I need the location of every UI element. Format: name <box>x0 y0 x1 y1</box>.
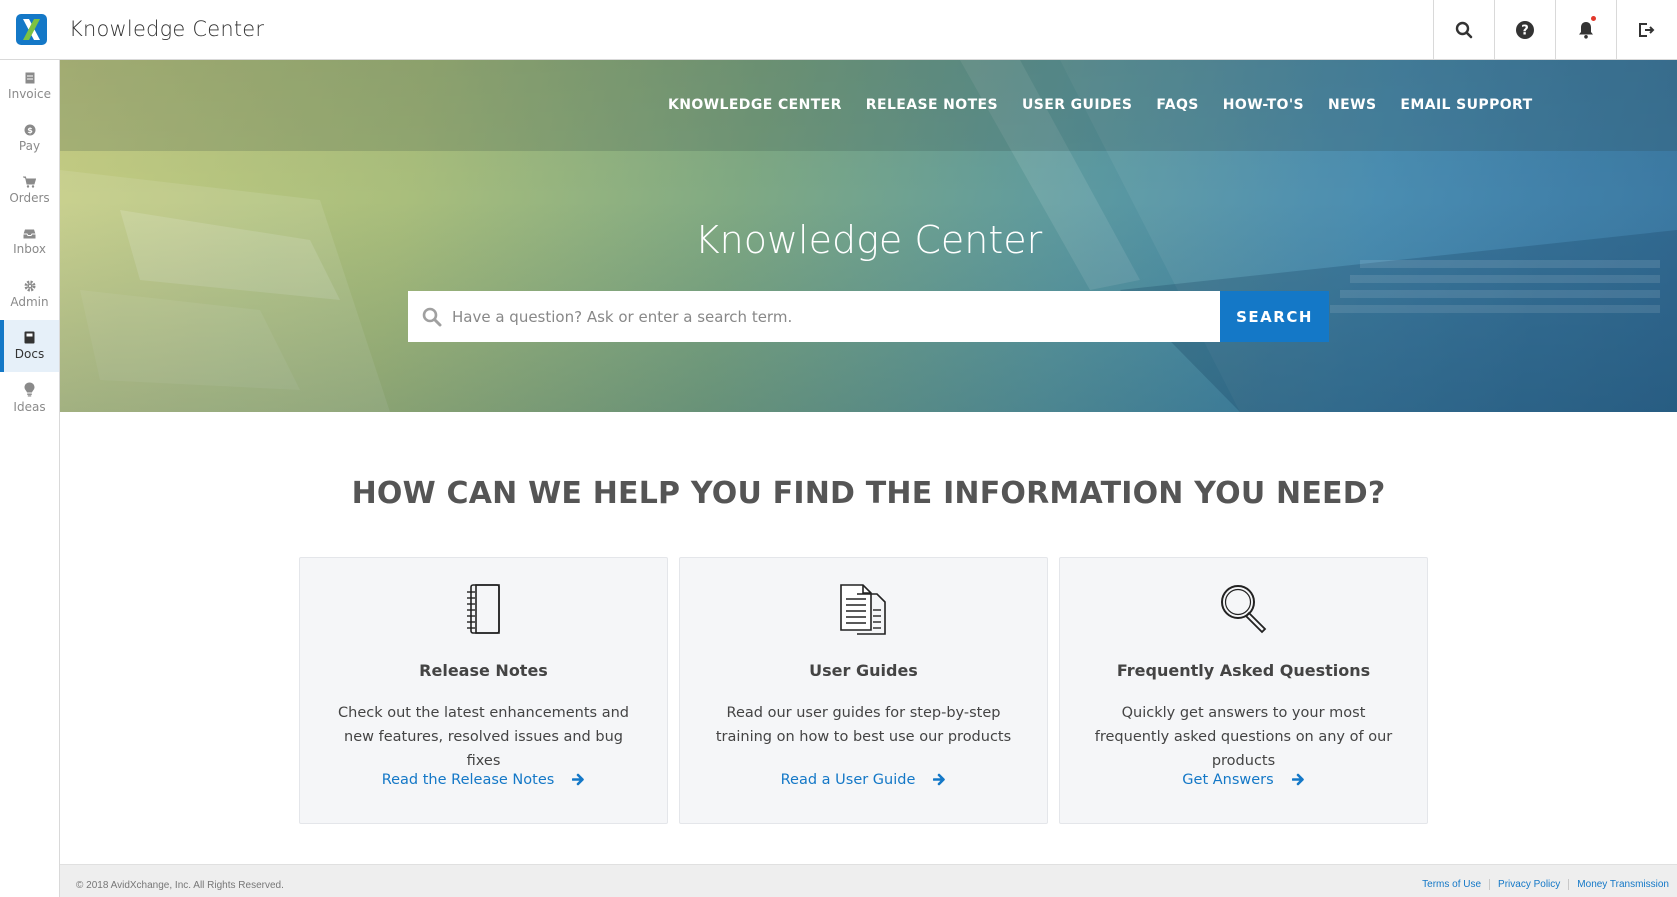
nav-link-how-tos[interactable]: HOW-TO'S <box>1223 97 1304 113</box>
card-description: Read our user guides for step-by-step tr… <box>715 705 1012 745</box>
magnifier-icon <box>1220 585 1266 634</box>
sidebar-item-label: Orders <box>9 190 50 205</box>
top-actions: ? <box>1433 0 1677 59</box>
search-box <box>408 291 1220 342</box>
help-icon: ? <box>1516 20 1534 39</box>
help-button[interactable]: ? <box>1494 0 1555 59</box>
nav-link-knowledge-center[interactable]: KNOWLEDGE CENTER <box>668 97 842 113</box>
card-user-guides: User Guides Read our user guides for ste… <box>679 557 1048 824</box>
search-icon <box>422 307 442 326</box>
get-answers-link[interactable]: Get Answers <box>1060 772 1427 790</box>
footer-links: Terms of Use Privacy Policy Money Transm… <box>1414 879 1677 890</box>
svg-text:?: ? <box>1521 23 1529 38</box>
card-faqs: Frequently Asked Questions Quickly get a… <box>1059 557 1428 824</box>
search-input[interactable] <box>452 307 1212 326</box>
card-title: User Guides <box>809 661 918 680</box>
sidebar-item-pay[interactable]: $ Pay <box>0 112 59 164</box>
invoice-icon <box>25 72 34 83</box>
search-icon <box>1455 21 1473 38</box>
search-button[interactable]: SEARCH <box>1220 291 1329 342</box>
arrow-right-icon <box>571 773 585 790</box>
knowledge-search: SEARCH <box>408 291 1329 342</box>
card-link-label: Read the Release Notes <box>381 772 555 788</box>
hero-nav: KNOWLEDGE CENTER RELEASE NOTES USER GUID… <box>668 97 1557 113</box>
copyright-text: © 2018 AvidXchange, Inc. All Rights Rese… <box>76 880 284 891</box>
notifications-button[interactable] <box>1555 0 1616 59</box>
sidebar-item-label: Ideas <box>13 400 46 414</box>
arrow-right-icon <box>1291 773 1305 790</box>
nav-link-release-notes[interactable]: RELEASE NOTES <box>866 97 998 113</box>
sidebar-item-label: Invoice <box>8 86 51 101</box>
sidebar-item-admin[interactable]: Admin <box>0 268 59 320</box>
card-link-label: Get Answers <box>1182 772 1274 788</box>
card-title: Frequently Asked Questions <box>1116 661 1371 680</box>
sidebar-item-label: Inbox <box>13 241 46 256</box>
nav-link-news[interactable]: NEWS <box>1328 97 1376 113</box>
terms-of-use-link[interactable]: Terms of Use <box>1414 879 1489 890</box>
read-release-notes-link[interactable]: Read the Release Notes <box>300 772 667 790</box>
nav-link-user-guides[interactable]: USER GUIDES <box>1022 97 1132 113</box>
bell-icon <box>1579 21 1593 39</box>
inbox-icon <box>23 229 36 238</box>
help-cards: Release Notes Check out the latest enhan… <box>299 557 1428 824</box>
sidebar-item-orders[interactable]: Orders <box>0 164 59 216</box>
hero-title: Knowledge Center <box>694 218 1043 262</box>
privacy-policy-link[interactable]: Privacy Policy <box>1489 879 1568 890</box>
notebook-icon <box>466 584 500 634</box>
sidebar-item-docs[interactable]: Docs <box>0 320 59 372</box>
sidebar-item-label: Pay <box>18 138 41 153</box>
sidebar-item-label: Docs <box>14 347 45 361</box>
nav-link-faqs[interactable]: FAQS <box>1156 97 1198 113</box>
lightbulb-icon <box>24 382 35 397</box>
sidebar-item-ideas[interactable]: Ideas <box>0 372 59 424</box>
sidebar-item-invoice[interactable]: Invoice <box>0 60 59 112</box>
hero-banner: KNOWLEDGE CENTER RELEASE NOTES USER GUID… <box>60 60 1677 412</box>
page-footer: © 2018 AvidXchange, Inc. All Rights Rese… <box>60 864 1677 897</box>
gear-icon <box>24 280 35 291</box>
sidebar-item-inbox[interactable]: Inbox <box>0 216 59 268</box>
pay-icon: $ <box>24 124 35 135</box>
nav-link-email-support[interactable]: EMAIL SUPPORT <box>1400 97 1532 113</box>
left-sidebar: Invoice $ Pay Orders Inbox Admin Docs Id… <box>0 60 60 897</box>
card-release-notes: Release Notes Check out the latest enhan… <box>299 557 668 824</box>
svg-text:$: $ <box>27 126 33 135</box>
arrow-right-icon <box>933 773 946 790</box>
read-user-guide-link[interactable]: Read a User Guide <box>680 772 1047 790</box>
docs-icon <box>24 331 35 344</box>
card-description: Check out the latest enhancements and ne… <box>338 705 629 769</box>
notification-badge <box>1591 16 1596 21</box>
top-app-bar: Knowledge Center ? <box>0 0 1677 60</box>
page-headline: HOW CAN WE HELP YOU FIND THE INFORMATION… <box>351 476 1386 511</box>
logout-button[interactable] <box>1616 0 1677 59</box>
avidxchange-logo[interactable] <box>16 14 47 45</box>
sidebar-item-label: Admin <box>10 294 49 309</box>
documents-icon <box>839 584 886 635</box>
logout-icon <box>1639 22 1655 37</box>
card-title: Release Notes <box>419 661 548 680</box>
cart-icon <box>23 176 36 188</box>
money-transmission-link[interactable]: Money Transmission <box>1568 879 1677 890</box>
card-link-label: Read a User Guide <box>780 772 916 788</box>
app-title: Knowledge Center <box>69 17 265 41</box>
card-description: Quickly get answers to your most frequen… <box>1094 705 1393 769</box>
search-button[interactable] <box>1433 0 1494 59</box>
